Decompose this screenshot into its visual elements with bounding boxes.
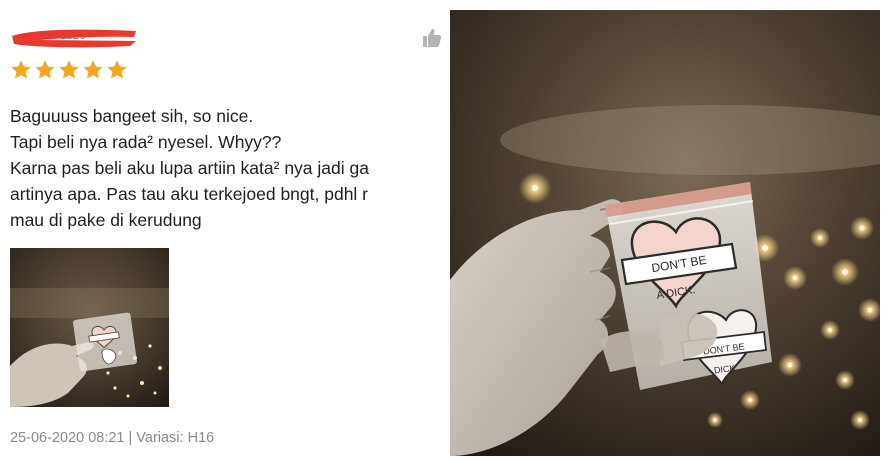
star-icon xyxy=(83,60,103,79)
star-icon xyxy=(107,60,127,79)
meta-separator: | xyxy=(128,430,133,446)
star-icon xyxy=(35,60,55,79)
reviewer-username: 1120 xyxy=(10,26,138,50)
star-icon xyxy=(11,60,31,79)
review-line: Tapi beli nya rada² nyesel. Whyy?? xyxy=(10,132,282,152)
review-line: mau di pake di kerudung xyxy=(10,210,202,230)
variant-label: Variasi: xyxy=(136,430,184,446)
review-line: Baguuuss bangeet sih, so nice. xyxy=(10,106,254,126)
review-line: Karna pas beli aku lupa artiin kata² nya… xyxy=(10,158,369,178)
redaction-mark xyxy=(12,29,136,48)
review-date: 25-06-2020 08:21 xyxy=(10,430,125,446)
review-text: Baguuuss bangeet sih, so nice. Tapi beli… xyxy=(10,103,448,233)
variant-value: H16 xyxy=(187,430,215,446)
review-photo-thumbnail[interactable] xyxy=(10,248,169,407)
review-photo-large: DON'T BE A DICK. DON'T BE DICK. xyxy=(450,10,880,456)
star-icon xyxy=(59,60,79,79)
review-line: artinya apa. Pas tau aku terkejoed bngt,… xyxy=(10,184,369,204)
review-panel: 1120 Baguuuss bangeet sih, so nice. Tapi… xyxy=(0,0,448,468)
thumbs-up-icon[interactable] xyxy=(421,27,443,49)
review-meta: 25-06-2020 08:21 | Variasi: H16 xyxy=(10,430,214,446)
rating-stars xyxy=(10,59,128,81)
